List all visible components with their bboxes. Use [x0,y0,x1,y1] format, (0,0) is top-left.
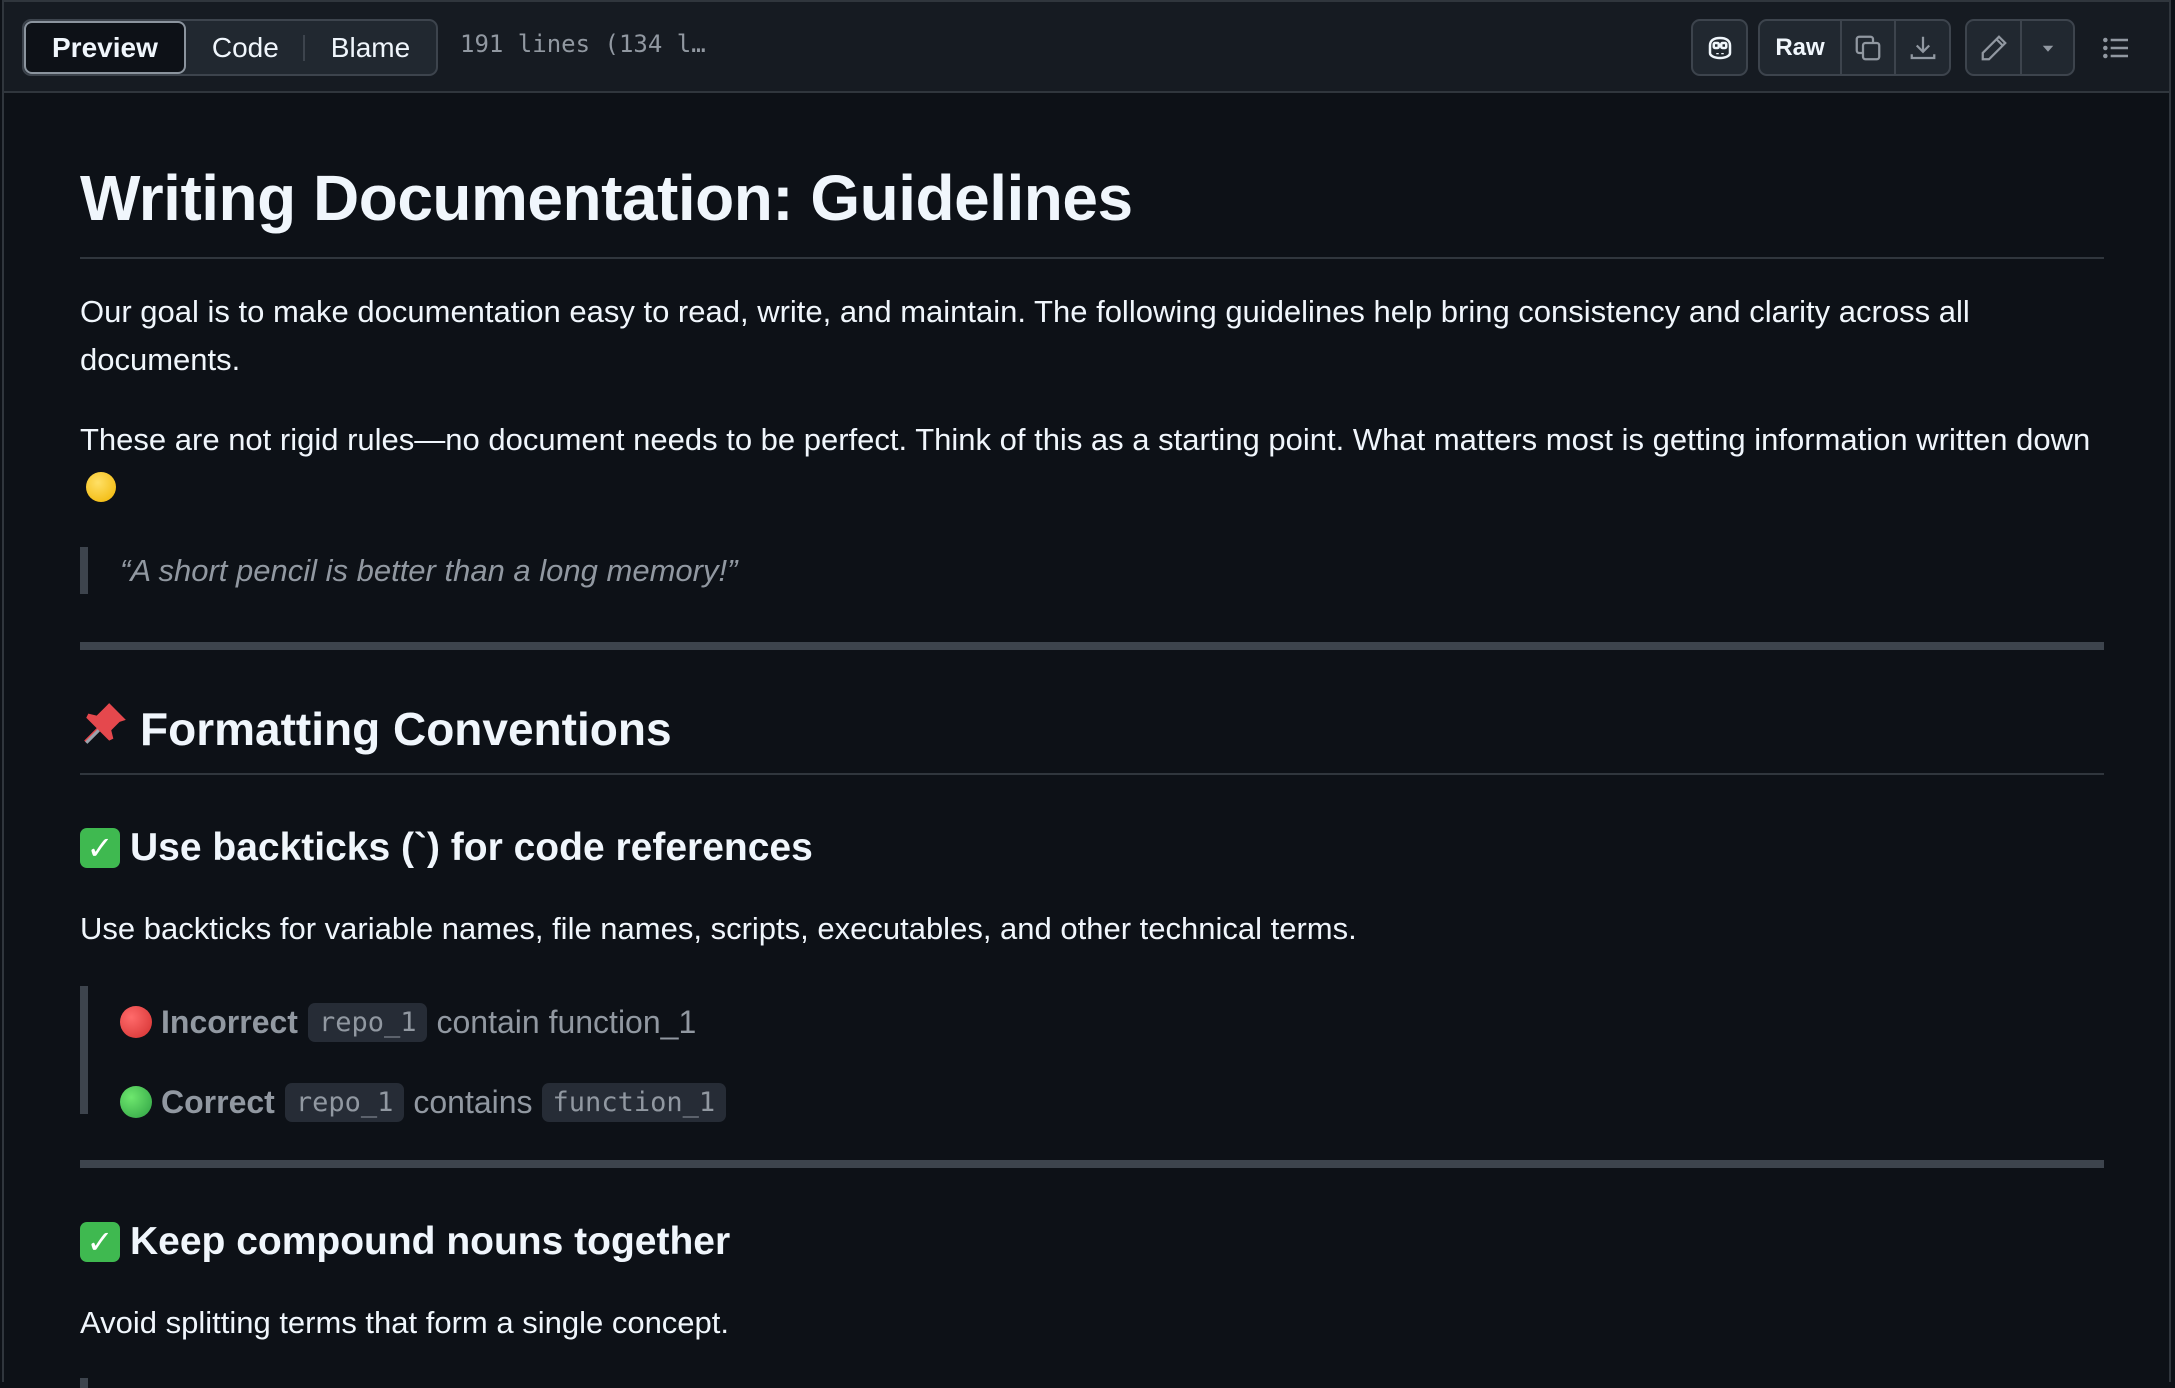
copy-icon [1855,35,1881,60]
triangle-down-icon [2042,45,2053,52]
subheading-backticks-text: Use backticks (`) for code references [130,826,813,869]
copilot-button[interactable] [1691,19,1748,76]
edit-file-button[interactable] [1967,21,2022,74]
green-circle-emoji-icon [120,1086,152,1118]
section-heading-formatting: Formatting Conventions [80,697,672,761]
correct-code-1: repo_1 [284,1082,405,1122]
edit-dropdown-button[interactable] [2022,21,2073,74]
tab-preview[interactable]: Preview [24,21,186,74]
subheading-backticks: ✓ Use backticks (`) for code references [80,820,813,876]
copy-raw-button[interactable] [1842,21,1896,74]
file-line-count: 191 lines (134 l… [460,30,706,58]
subheading-compound-nouns: ✓ Keep compound nouns together [80,1214,730,1270]
smiley-emoji-icon [86,472,116,502]
subheading-compound-nouns-text: Keep compound nouns together [130,1220,731,1263]
correct-middle: contains [413,1083,533,1120]
raw-label: Raw [1775,33,1825,61]
tab-blame[interactable]: Blame [305,21,436,74]
tab-code[interactable]: Code [186,21,305,74]
red-circle-emoji-icon [120,1006,152,1038]
check-mark-emoji-icon: ✓ [80,1222,120,1262]
horizontal-rule-1 [80,642,2104,650]
incorrect-rest: contain function_1 [436,1003,697,1040]
horizontal-rule-2 [80,1160,2104,1168]
correct-label: Correct [161,1083,275,1120]
download-raw-button[interactable] [1896,21,1949,74]
view-mode-switcher: Preview Code Blame [22,19,439,76]
correct-example: Correct repo_1 contains function_1 [120,1080,735,1124]
edit-actions-group [1965,19,2075,76]
incorrect-example: Incorrect repo_1 contain function_1 [120,1000,696,1044]
raw-actions-group: Raw [1758,19,1951,76]
incorrect-label: Incorrect [161,1003,298,1040]
pencil-quote-text: “A short pencil is better than a long me… [120,553,738,588]
section-underline [80,773,2104,775]
intro-paragraph-2: These are not rigid rules—no document ne… [80,416,2104,512]
correct-code-2: function_1 [541,1082,727,1122]
intro-paragraph-1: Our goal is to make documentation easy t… [80,294,1970,377]
download-icon [1910,36,1935,59]
raw-button[interactable]: Raw [1760,21,1842,74]
pencil-quote: “A short pencil is better than a long me… [80,547,2104,594]
backticks-description: Use backticks for variable names, file n… [80,911,1357,946]
compound-nouns-description: Avoid splitting terms that form a single… [80,1305,730,1340]
outline-button[interactable] [2096,28,2136,68]
intro-paragraph-2-text: These are not rigid rules—no document ne… [80,422,2091,457]
file-viewer: Preview Code Blame 191 lines (134 l… Raw [2,0,2171,1388]
pencil-icon [1981,34,2007,60]
check-mark-emoji-icon: ✓ [80,828,120,868]
copilot-icon [1693,21,1746,74]
file-toolbar: Preview Code Blame 191 lines (134 l… Raw [4,2,2169,93]
section-heading-formatting-text: Formatting Conventions [140,703,672,755]
list-unordered-icon [2103,37,2128,59]
title-underline [80,257,2104,259]
incorrect-code: repo_1 [307,1002,428,1042]
pushpin-emoji-icon [80,699,130,759]
backticks-example-quote: Incorrect repo_1 contain function_1 Corr… [80,986,2104,1122]
document-title: Writing Documentation: Guidelines [80,162,1133,234]
compound-nouns-quote-start [80,1378,2104,1388]
